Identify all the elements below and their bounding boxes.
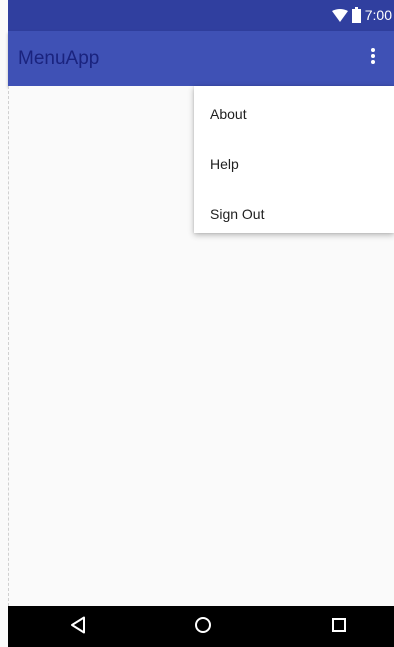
app-bar: MenuApp bbox=[8, 31, 394, 86]
status-icons: 7:00 bbox=[331, 4, 394, 26]
back-button[interactable] bbox=[67, 616, 89, 638]
status-time: 7:00 bbox=[364, 7, 392, 23]
home-button[interactable] bbox=[192, 616, 214, 638]
recents-button[interactable] bbox=[328, 616, 350, 638]
menu-item-help[interactable]: Help bbox=[194, 139, 394, 189]
back-icon bbox=[70, 616, 86, 639]
battery-icon bbox=[351, 7, 361, 23]
recents-icon bbox=[331, 617, 347, 638]
overflow-menu-button[interactable] bbox=[358, 43, 388, 73]
menu-item-about[interactable]: About bbox=[194, 89, 394, 139]
overflow-menu: About Help Sign Out bbox=[194, 86, 394, 233]
phone-screen: 7:00 MenuApp About Help Sign Out bbox=[0, 0, 394, 647]
navigation-bar bbox=[8, 606, 394, 647]
menu-item-sign-out[interactable]: Sign Out bbox=[194, 189, 394, 239]
more-vert-icon bbox=[370, 47, 376, 70]
wifi-icon bbox=[331, 8, 348, 22]
status-bar: 7:00 bbox=[8, 0, 394, 31]
home-icon bbox=[194, 616, 212, 639]
app-title: MenuApp bbox=[18, 48, 100, 69]
